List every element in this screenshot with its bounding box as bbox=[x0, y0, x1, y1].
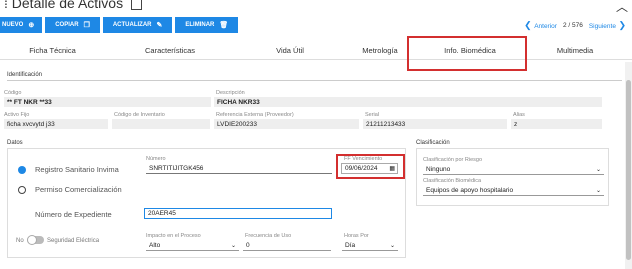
numero-label: Número bbox=[146, 156, 166, 162]
chevron-right-icon: ❯ bbox=[615, 20, 626, 30]
tab-ficha-tecnica[interactable]: Ficha Técnica bbox=[0, 40, 105, 60]
codigo-inventario-field bbox=[112, 119, 210, 129]
trash-icon: 🗑 bbox=[219, 22, 229, 29]
riesgo-label: Clasificación por Riesgo bbox=[423, 157, 482, 163]
alias-label: Alias bbox=[513, 112, 525, 118]
frecuencia-input[interactable]: 0 bbox=[243, 240, 331, 251]
expediente-input[interactable]: 20AER45 bbox=[144, 208, 332, 219]
tab-multimedia[interactable]: Multimedia bbox=[525, 40, 625, 60]
expediente-label: Número de Expediente bbox=[35, 210, 112, 219]
prev-link[interactable]: ❮ Anterior bbox=[524, 20, 557, 31]
codigo-inventario-label: Código de Inventario bbox=[114, 112, 165, 118]
serial-field: 21211213433 bbox=[363, 119, 507, 129]
permiso-radio[interactable] bbox=[18, 186, 26, 194]
impacto-select[interactable]: Alto ⌄ bbox=[146, 240, 239, 251]
registro-label: Registro Sanitario Invima bbox=[35, 165, 119, 174]
update-button[interactable]: ACTUALIZAR ✎ bbox=[102, 17, 173, 33]
horas-label: Horas Por bbox=[344, 233, 369, 239]
datos-title: Datos bbox=[7, 140, 23, 146]
vertical-scrollbar[interactable] bbox=[625, 62, 632, 269]
tab-caracteristicas[interactable]: Características bbox=[105, 40, 235, 60]
biomedica-label: Clasificación Biomédica bbox=[423, 178, 482, 184]
page-title-prefix-icon: ⁞ bbox=[4, 0, 12, 11]
delete-button[interactable]: ELIMINAR 🗑 bbox=[175, 17, 239, 33]
toolbar: NUEVO ⊕ COPIAR ❐ ACTUALIZAR ✎ ELIMINAR 🗑 bbox=[0, 17, 239, 33]
chevron-down-icon: ⌄ bbox=[595, 187, 601, 194]
record-count: 2 / 576 bbox=[562, 22, 583, 29]
frecuencia-label: Frecuencia de Uso bbox=[245, 233, 292, 239]
chevron-down-icon: ⌄ bbox=[230, 242, 236, 249]
numero-input[interactable]: SNRTITIJITGK456 bbox=[146, 163, 332, 174]
copy-button[interactable]: COPIAR ❐ bbox=[45, 17, 100, 33]
chevron-left-icon: ❮ bbox=[524, 20, 535, 30]
collapse-icon[interactable]: ︿ bbox=[616, 0, 628, 15]
horas-select[interactable]: Día ⌄ bbox=[342, 240, 398, 251]
tab-metrologia[interactable]: Metrología bbox=[345, 40, 415, 60]
plus-circle-icon: ⊕ bbox=[28, 22, 35, 29]
copy-icon: ❐ bbox=[83, 22, 90, 29]
toggle-off-label: No bbox=[16, 238, 24, 244]
referencia-field: LVDIE200233 bbox=[214, 119, 359, 129]
chevron-down-icon: ⌄ bbox=[595, 166, 601, 173]
descripcion-label: Descripción bbox=[216, 90, 245, 96]
impacto-label: Impacto en el Proceso bbox=[146, 233, 201, 239]
registro-radio[interactable] bbox=[18, 166, 26, 174]
pager: ❮ Anterior 2 / 576 Siguiente ❯ bbox=[524, 20, 626, 31]
activo-fijo-label: Activo Fijo bbox=[4, 112, 30, 118]
permiso-label: Permiso Comercialización bbox=[35, 185, 122, 194]
next-link[interactable]: Siguiente ❯ bbox=[589, 20, 626, 31]
page-title: ⁞ Detalle de Activos bbox=[4, 0, 143, 11]
activo-fijo-field: ficha xvcvytd j33 bbox=[4, 119, 108, 129]
descripcion-field: FICHA NKR33 bbox=[214, 97, 602, 107]
codigo-field: ** FT NKR **33 bbox=[4, 97, 211, 107]
tab-bar: Ficha Técnica Características Vida Útil … bbox=[0, 40, 632, 60]
biomedica-select[interactable]: Equipos de apoyo hospitalario ⌄ bbox=[423, 185, 604, 196]
scrollbar-thumb[interactable] bbox=[626, 80, 631, 260]
tab-highlight-annotation bbox=[407, 36, 527, 71]
toggle-knob bbox=[27, 235, 37, 245]
seguridad-toggle[interactable] bbox=[27, 235, 44, 245]
alias-field: z bbox=[511, 119, 602, 129]
riesgo-select[interactable]: Ninguno ⌄ bbox=[423, 164, 604, 175]
seguridad-label: Seguridad Eléctrica bbox=[47, 238, 100, 244]
favorite-checkbox[interactable] bbox=[131, 0, 143, 10]
date-highlight-annotation bbox=[336, 154, 405, 179]
divider bbox=[7, 80, 622, 81]
chevron-down-icon: ⌄ bbox=[389, 242, 395, 249]
new-button[interactable]: NUEVO ⊕ bbox=[0, 17, 43, 33]
identificacion-title: Identificación bbox=[7, 72, 43, 78]
serial-label: Serial bbox=[365, 112, 380, 118]
pencil-icon: ✎ bbox=[156, 22, 163, 29]
tab-vida-util[interactable]: Vida Útil bbox=[235, 40, 345, 60]
referencia-label: Referencia Externa (Proveedor) bbox=[216, 112, 294, 118]
codigo-label: Código bbox=[4, 90, 22, 96]
clasificacion-title: Clasificación bbox=[416, 140, 450, 146]
